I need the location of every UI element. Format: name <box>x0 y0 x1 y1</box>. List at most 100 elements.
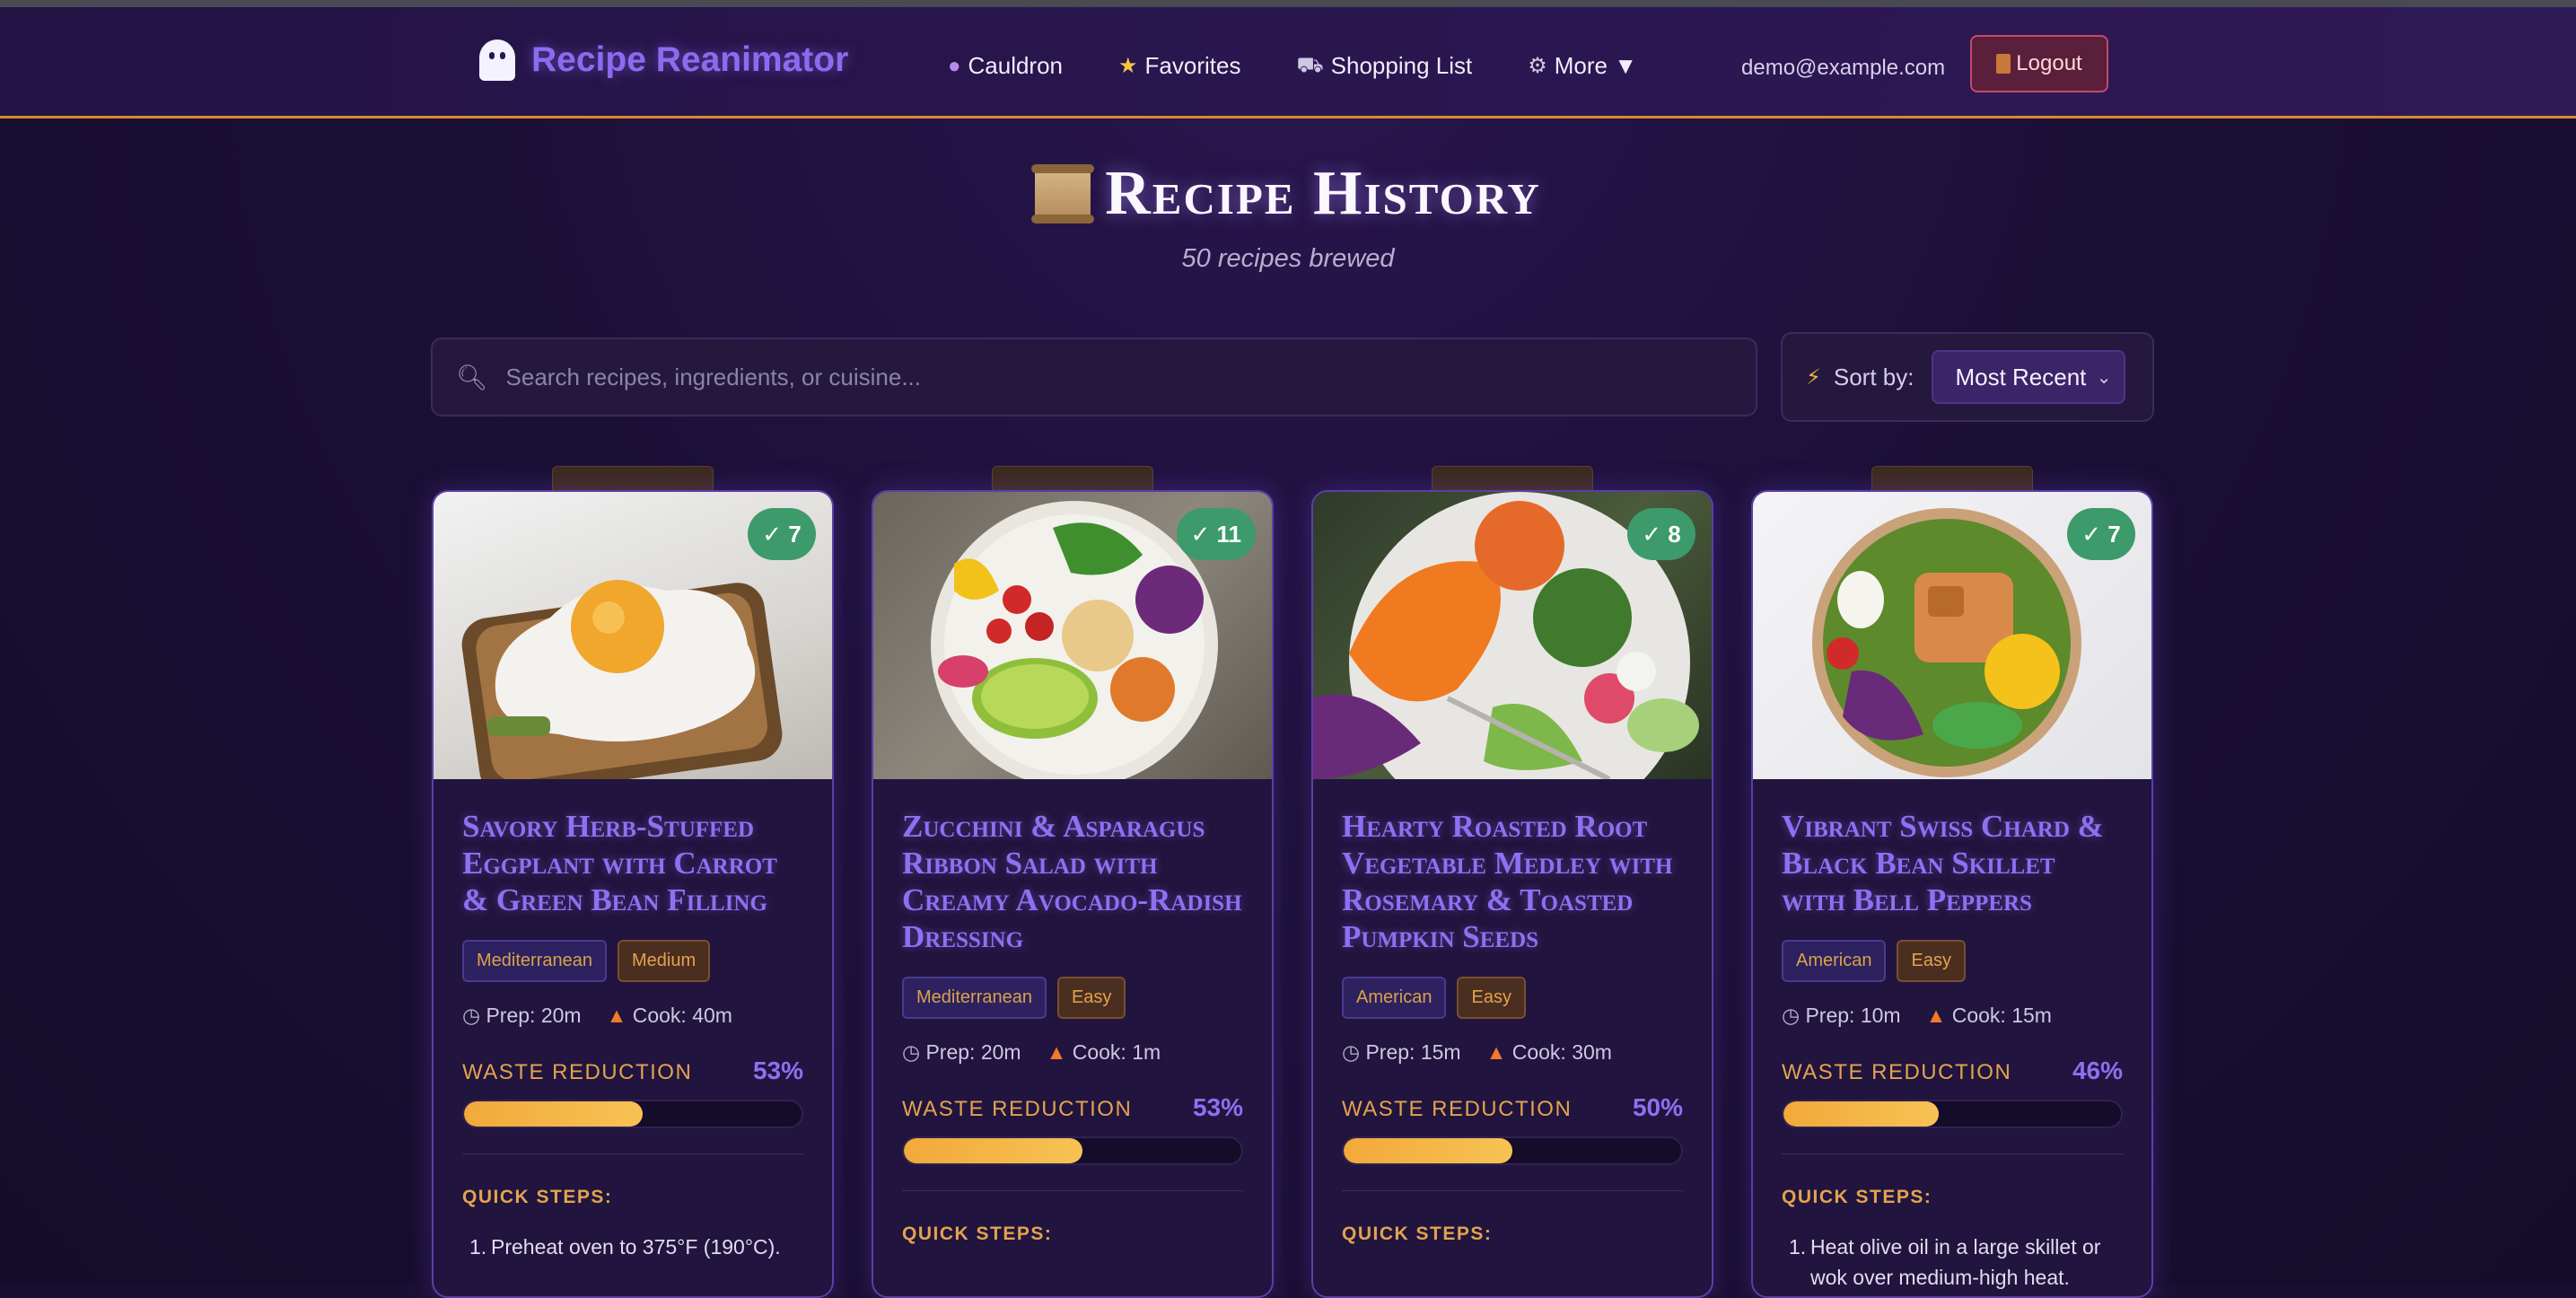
waste-progress-bar <box>1782 1100 2123 1128</box>
waste-progress-fill <box>1344 1138 1512 1163</box>
crystal-ball-icon: ● <box>948 53 961 78</box>
waste-percent: 53% <box>752 1057 803 1084</box>
difficulty-tag: Easy <box>1457 977 1526 1019</box>
waste-label: WASTE REDUCTION <box>1342 1097 1573 1121</box>
recipe-image: ✓ 8 <box>1313 492 1712 779</box>
step-text: Preheat oven to 375°F (190°C). <box>491 1235 781 1259</box>
page-title: Recipe History <box>1031 158 1541 230</box>
ghost-icon <box>479 39 515 81</box>
prep-time-text: Prep: 15m <box>1365 1040 1461 1064</box>
recipe-title: Hearty Roasted Root Vegetable Medley wit… <box>1342 809 1673 954</box>
difficulty-tag: Medium <box>617 940 711 982</box>
recipe-title: Savory Herb-Stuffed Eggplant with Carrot… <box>462 809 777 917</box>
window-top-border <box>0 0 2576 7</box>
card-tab <box>1871 466 2033 491</box>
recipe-card[interactable]: ✓ 7 Vibrant Swiss Chard & Black Bean Ski… <box>1751 490 2153 1298</box>
fire-icon: ▲ <box>1925 1004 1947 1027</box>
cook-time-text: Cook: 1m <box>1072 1040 1161 1064</box>
cooked-count-badge: ✓ 7 <box>748 508 816 560</box>
prep-time: ◷ Prep: 20m <box>462 1004 582 1028</box>
prep-time-text: Prep: 20m <box>925 1040 1021 1064</box>
cook-time: ▲ Cook: 15m <box>1926 1004 2052 1028</box>
waste-progress-bar <box>462 1100 803 1128</box>
nav-link-favorites[interactable]: ★ Favorites <box>1118 52 1240 80</box>
waste-label: WASTE REDUCTION <box>1782 1060 2012 1084</box>
prep-time: ◷ Prep: 10m <box>1782 1004 1901 1028</box>
cook-time: ▲ Cook: 40m <box>607 1004 732 1028</box>
nav-link-more[interactable]: ⚙ More ▼ <box>1528 52 1637 80</box>
nav-link-label: Cauldron <box>968 52 1064 79</box>
recipe-image: ✓ 11 <box>873 492 1272 779</box>
lightning-icon: ⚡ <box>1806 364 1821 390</box>
search-bar: 🔍︎ <box>431 338 1757 417</box>
nav-link-label: More ▼ <box>1554 52 1637 79</box>
recipe-image: ✓ 7 <box>1753 492 2151 779</box>
waste-progress-bar <box>902 1136 1243 1165</box>
sort-label: Sort by: <box>1833 363 1914 390</box>
divider <box>462 1153 803 1154</box>
stopwatch-icon: ◷ <box>462 1004 481 1027</box>
cook-time: ▲ Cook: 1m <box>1047 1040 1161 1065</box>
cook-time-text: Cook: 15m <box>1951 1004 2052 1027</box>
page-subtitle: 50 recipes brewed <box>1181 244 1395 273</box>
recipe-title: Vibrant Swiss Chard & Black Bean Skillet… <box>1782 809 2104 917</box>
waste-progress-fill <box>904 1138 1083 1163</box>
divider <box>1342 1190 1683 1191</box>
step-item: 1. Heat olive oil in a large skillet or w… <box>1789 1235 2101 1289</box>
cuisine-tag: American <box>1342 977 1447 1019</box>
divider <box>902 1190 1243 1191</box>
step-item: 1. Preheat oven to 375°F (190°C). <box>469 1235 781 1259</box>
page-header: Recipe History 50 recipes brewed <box>0 158 2576 274</box>
quick-steps-label: QUICK STEPS: <box>902 1223 1053 1244</box>
card-tab <box>1432 466 1593 491</box>
sort-control: ⚡ Sort by: Most Recent ⌄ <box>1781 332 2154 422</box>
search-icon: 🔍︎ <box>456 363 488 391</box>
navbar: Recipe Reanimator ● Cauldron ★ Favorites… <box>0 7 2576 118</box>
cuisine-tag: Mediterranean <box>902 977 1047 1019</box>
stopwatch-icon: ◷ <box>1342 1040 1361 1064</box>
door-icon <box>1996 54 2011 74</box>
cart-icon: ⛟ <box>1296 52 1324 77</box>
step-text: Heat olive oil in a large skillet or wok… <box>1810 1235 2101 1289</box>
cuisine-tag: Mediterranean <box>462 940 607 982</box>
recipe-card[interactable]: ✓ 11 Zucchini & Asparagus Ribbon Salad w… <box>872 490 1274 1298</box>
prep-time: ◷ Prep: 20m <box>902 1040 1021 1065</box>
recipe-card[interactable]: ✓ 8 Hearty Roasted Root Vegetable Medley… <box>1311 490 1713 1298</box>
stopwatch-icon: ◷ <box>902 1040 921 1064</box>
waste-progress-fill <box>464 1101 644 1127</box>
prep-time: ◷ Prep: 15m <box>1342 1040 1461 1065</box>
nav-link-label: Favorites <box>1144 52 1241 79</box>
logout-label: Logout <box>2016 51 2082 75</box>
scroll-icon <box>1031 164 1095 224</box>
sort-selected-value: Most Recent <box>1955 363 2087 390</box>
quick-steps-label: QUICK STEPS: <box>1782 1187 1932 1207</box>
recipe-card[interactable]: ✓ 7 Savory Herb-Stuffed Eggplant with Ca… <box>432 490 834 1298</box>
difficulty-tag: Easy <box>1056 977 1126 1019</box>
nav-link-shopping-list[interactable]: ⛟ Shopping List <box>1296 52 1472 80</box>
difficulty-tag: Easy <box>1897 940 1966 982</box>
app-logo[interactable]: Recipe Reanimator <box>479 39 848 81</box>
user-email: demo@example.com <box>1741 56 1946 80</box>
fire-icon: ▲ <box>1046 1040 1067 1064</box>
search-input[interactable] <box>505 363 1756 391</box>
cook-time-text: Cook: 40m <box>632 1004 732 1027</box>
prep-time-text: Prep: 10m <box>1805 1004 1901 1027</box>
prep-time-text: Prep: 20m <box>486 1004 582 1027</box>
logout-button[interactable]: Logout <box>1970 35 2108 92</box>
waste-percent: 53% <box>1192 1093 1243 1121</box>
cook-time-text: Cook: 30m <box>1511 1040 1612 1064</box>
divider <box>1782 1153 2123 1154</box>
card-tab <box>992 466 1153 491</box>
waste-label: WASTE REDUCTION <box>462 1060 693 1084</box>
gear-icon: ⚙ <box>1528 54 1547 78</box>
waste-percent: 50% <box>1632 1093 1683 1121</box>
nav-link-cauldron[interactable]: ● Cauldron <box>948 52 1063 80</box>
fire-icon: ▲ <box>606 1004 627 1027</box>
chevron-down-icon: ⌄ <box>2096 367 2112 388</box>
recipe-image: ✓ 7 <box>434 492 832 779</box>
nav-link-label: Shopping List <box>1330 52 1473 79</box>
cook-time: ▲ Cook: 30m <box>1486 1040 1612 1065</box>
sort-select[interactable]: Most Recent ⌄ <box>1932 350 2126 404</box>
cooked-count-badge: ✓ 8 <box>1627 508 1695 560</box>
quick-steps-label: QUICK STEPS: <box>1342 1223 1493 1244</box>
